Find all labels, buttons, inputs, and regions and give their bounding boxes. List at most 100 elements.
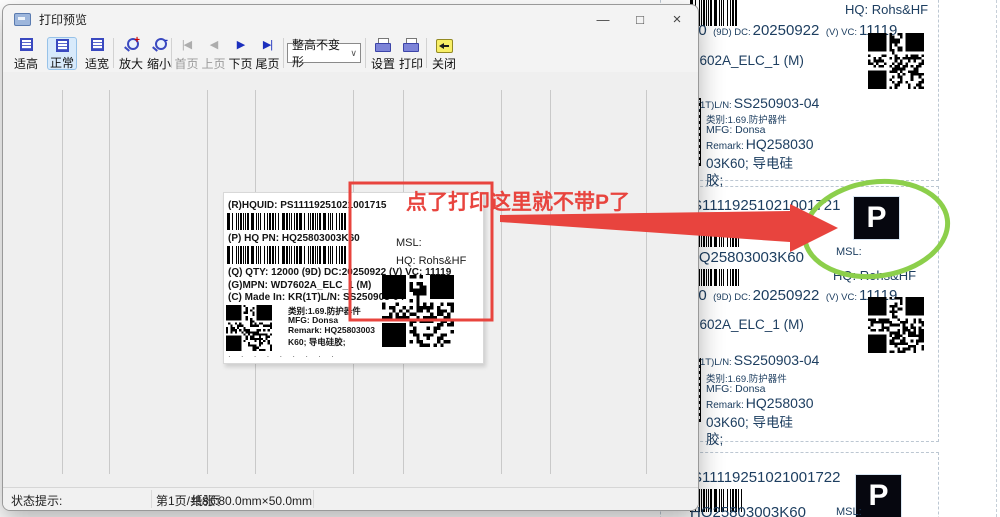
zoom-in-button[interactable]: + 放大 xyxy=(116,37,146,70)
top-remark-value: HQ258030 xyxy=(746,136,814,152)
mid-dc-label: (9D) DC: xyxy=(713,292,750,303)
window-title: 打印预览 xyxy=(39,11,87,28)
statusbar-divider xyxy=(313,490,314,508)
preview-remark2-text: K60; 导电硅胶; xyxy=(288,336,346,348)
fit-height-icon xyxy=(20,38,33,51)
bottom-serial-text: S11119251021001722 xyxy=(692,469,840,486)
toolbar-separator xyxy=(283,38,284,68)
normal-view-button[interactable]: 正常 xyxy=(47,37,77,70)
last-page-button[interactable]: ▶| 尾页 xyxy=(254,37,281,70)
chevron-down-icon: ∨ xyxy=(350,48,357,59)
next-page-icon: ▶ xyxy=(237,38,244,52)
fit-height-label: 适高 xyxy=(14,58,38,70)
qr-code-mid xyxy=(868,297,924,353)
printer-icon xyxy=(403,38,419,52)
mid-hq-text: HQ: Rohs&HF xyxy=(833,268,916,283)
scale-mode-select[interactable]: 整高不变形 ∨ xyxy=(287,43,361,63)
print-button[interactable]: 打印 xyxy=(396,37,426,70)
status-paper-info: 纸张:80.0mm×50.0mm xyxy=(191,492,312,509)
preview-mpn-text: (G)MPN: WD7602A_ELC_1 (M) xyxy=(228,280,371,291)
normal-view-label: 正常 xyxy=(50,57,74,69)
close-preview-button[interactable]: 关闭 xyxy=(429,37,459,70)
exit-icon xyxy=(436,39,453,53)
top-hq-text: HQ: Rohs&HF xyxy=(845,2,928,17)
top-mfg-text: MFG: Donsa xyxy=(706,124,766,136)
mid-mfg-text: MFG: Donsa xyxy=(706,383,766,395)
status-hint-label: 状态提示: xyxy=(11,492,62,509)
mid-remark-value: HQ258030 xyxy=(746,395,814,411)
mid-vc-label: (V) VC: xyxy=(826,292,857,303)
toolbar: 适高 正常 适宽 + 放大 - 缩小 |◀ 首页 xyxy=(3,34,698,73)
page-guide-line xyxy=(207,90,208,474)
qr-code-top xyxy=(868,33,924,89)
top-dc-value: 20250922 xyxy=(753,22,820,39)
print-settings-label: 设置 xyxy=(371,58,395,70)
bottom-pn-text: HQ25803003K60 xyxy=(690,504,806,517)
page-guide-line xyxy=(62,90,63,474)
top-remark-label: Remark: xyxy=(706,141,744,152)
page-guide-line xyxy=(646,90,647,474)
print-settings-button[interactable]: 设置 xyxy=(368,37,398,70)
preview-remark-text: Remark: HQ25803003 xyxy=(288,325,375,335)
mid-pn-text: HQ25803003K60 xyxy=(688,249,804,266)
mid-lot-line: R(1T)L/N:SS250903-04 xyxy=(690,352,819,370)
fit-height-button[interactable]: 适高 xyxy=(11,37,41,70)
status-bar: 状态提示: 第1页/共8页 纸张:80.0mm×50.0mm xyxy=(3,487,698,510)
p-mark-logo-bottom: P xyxy=(855,474,902,517)
maximize-button[interactable]: □ xyxy=(623,5,657,34)
zoom-out-label: 缩小 xyxy=(147,58,171,70)
toolbar-separator xyxy=(113,38,114,68)
toolbar-separator xyxy=(171,38,172,68)
close-window-button[interactable]: × xyxy=(660,5,694,34)
prev-page-icon: ◀ xyxy=(210,38,217,52)
preview-qr-right xyxy=(382,275,454,347)
mid-dc-value: 20250922 xyxy=(753,287,820,304)
preview-msl-text: MSL: xyxy=(396,237,422,249)
prev-page-label: 上页 xyxy=(201,58,225,70)
fit-width-label: 适宽 xyxy=(85,58,109,70)
preview-pn-text: (P) HQ PN: HQ25803003K60 xyxy=(228,233,360,244)
first-page-icon: |◀ xyxy=(182,38,191,52)
first-page-label: 首页 xyxy=(174,58,198,70)
mid-serial-text: S11119251021001721 xyxy=(692,197,840,214)
preview-canvas[interactable]: (R)HQUID: PS11119251021001715 (P) HQ PN:… xyxy=(3,72,698,487)
close-preview-label: 关闭 xyxy=(432,58,456,70)
screen: HQ: Rohs&HF 00 (9D) DC:20250922 (V) VC:1… xyxy=(0,0,1000,517)
print-preview-app-icon xyxy=(14,13,31,26)
next-page-button[interactable]: ▶ 下页 xyxy=(227,37,254,70)
print-label: 打印 xyxy=(399,58,423,70)
top-mpn-text: 7602A_ELC_1 (M) xyxy=(692,53,804,68)
scale-mode-value: 整高不变形 xyxy=(292,36,350,70)
last-page-icon: ▶| xyxy=(263,38,272,52)
mid-dc-line: 00 (9D) DC:20250922 (V) VC:11119 xyxy=(690,287,897,305)
mid-remark-label: Remark: xyxy=(706,400,744,411)
prev-page-button[interactable]: ◀ 上页 xyxy=(200,37,227,70)
label-page-preview: (R)HQUID: PS11119251021001715 (P) HQ PN:… xyxy=(223,192,484,364)
minimize-button[interactable]: — xyxy=(586,5,620,34)
page-guide-line xyxy=(109,90,110,474)
top-vc-label: (V) VC: xyxy=(826,27,857,38)
p-mark-letter: P xyxy=(866,201,886,235)
p-mark-letter: P xyxy=(868,479,888,513)
zoom-out-button[interactable]: - 缩小 xyxy=(144,37,174,70)
preview-hquid-text: (R)HQUID: PS11119251021001715 xyxy=(228,200,386,211)
page-guide-line xyxy=(550,90,551,474)
top-remark3-text: 胶; xyxy=(706,169,723,189)
p-mark-logo-mid: P xyxy=(853,196,900,240)
page-guide-line xyxy=(501,90,502,474)
preview-mfg-text: MFG: Donsa xyxy=(288,315,338,325)
print-preview-window: 打印预览 — □ × 适高 正常 适宽 + 放大 - xyxy=(2,4,699,511)
mid-mpn-text: 7602A_ELC_1 (M) xyxy=(692,317,804,332)
fit-width-icon xyxy=(91,38,104,51)
statusbar-divider xyxy=(151,490,152,508)
toolbar-separator xyxy=(365,38,366,68)
top-lot-line: R(1T)L/N:SS250903-04 xyxy=(690,95,819,113)
fit-width-button[interactable]: 适宽 xyxy=(82,37,112,70)
first-page-button[interactable]: |◀ 首页 xyxy=(173,37,200,70)
zoom-out-icon: - xyxy=(151,38,167,52)
zoom-in-label: 放大 xyxy=(119,58,143,70)
preview-barcode-hquid xyxy=(227,213,348,230)
top-lot-value: SS250903-04 xyxy=(734,95,820,111)
title-bar[interactable]: 打印预览 — □ × xyxy=(3,5,698,34)
zoom-in-icon: + xyxy=(123,38,139,52)
